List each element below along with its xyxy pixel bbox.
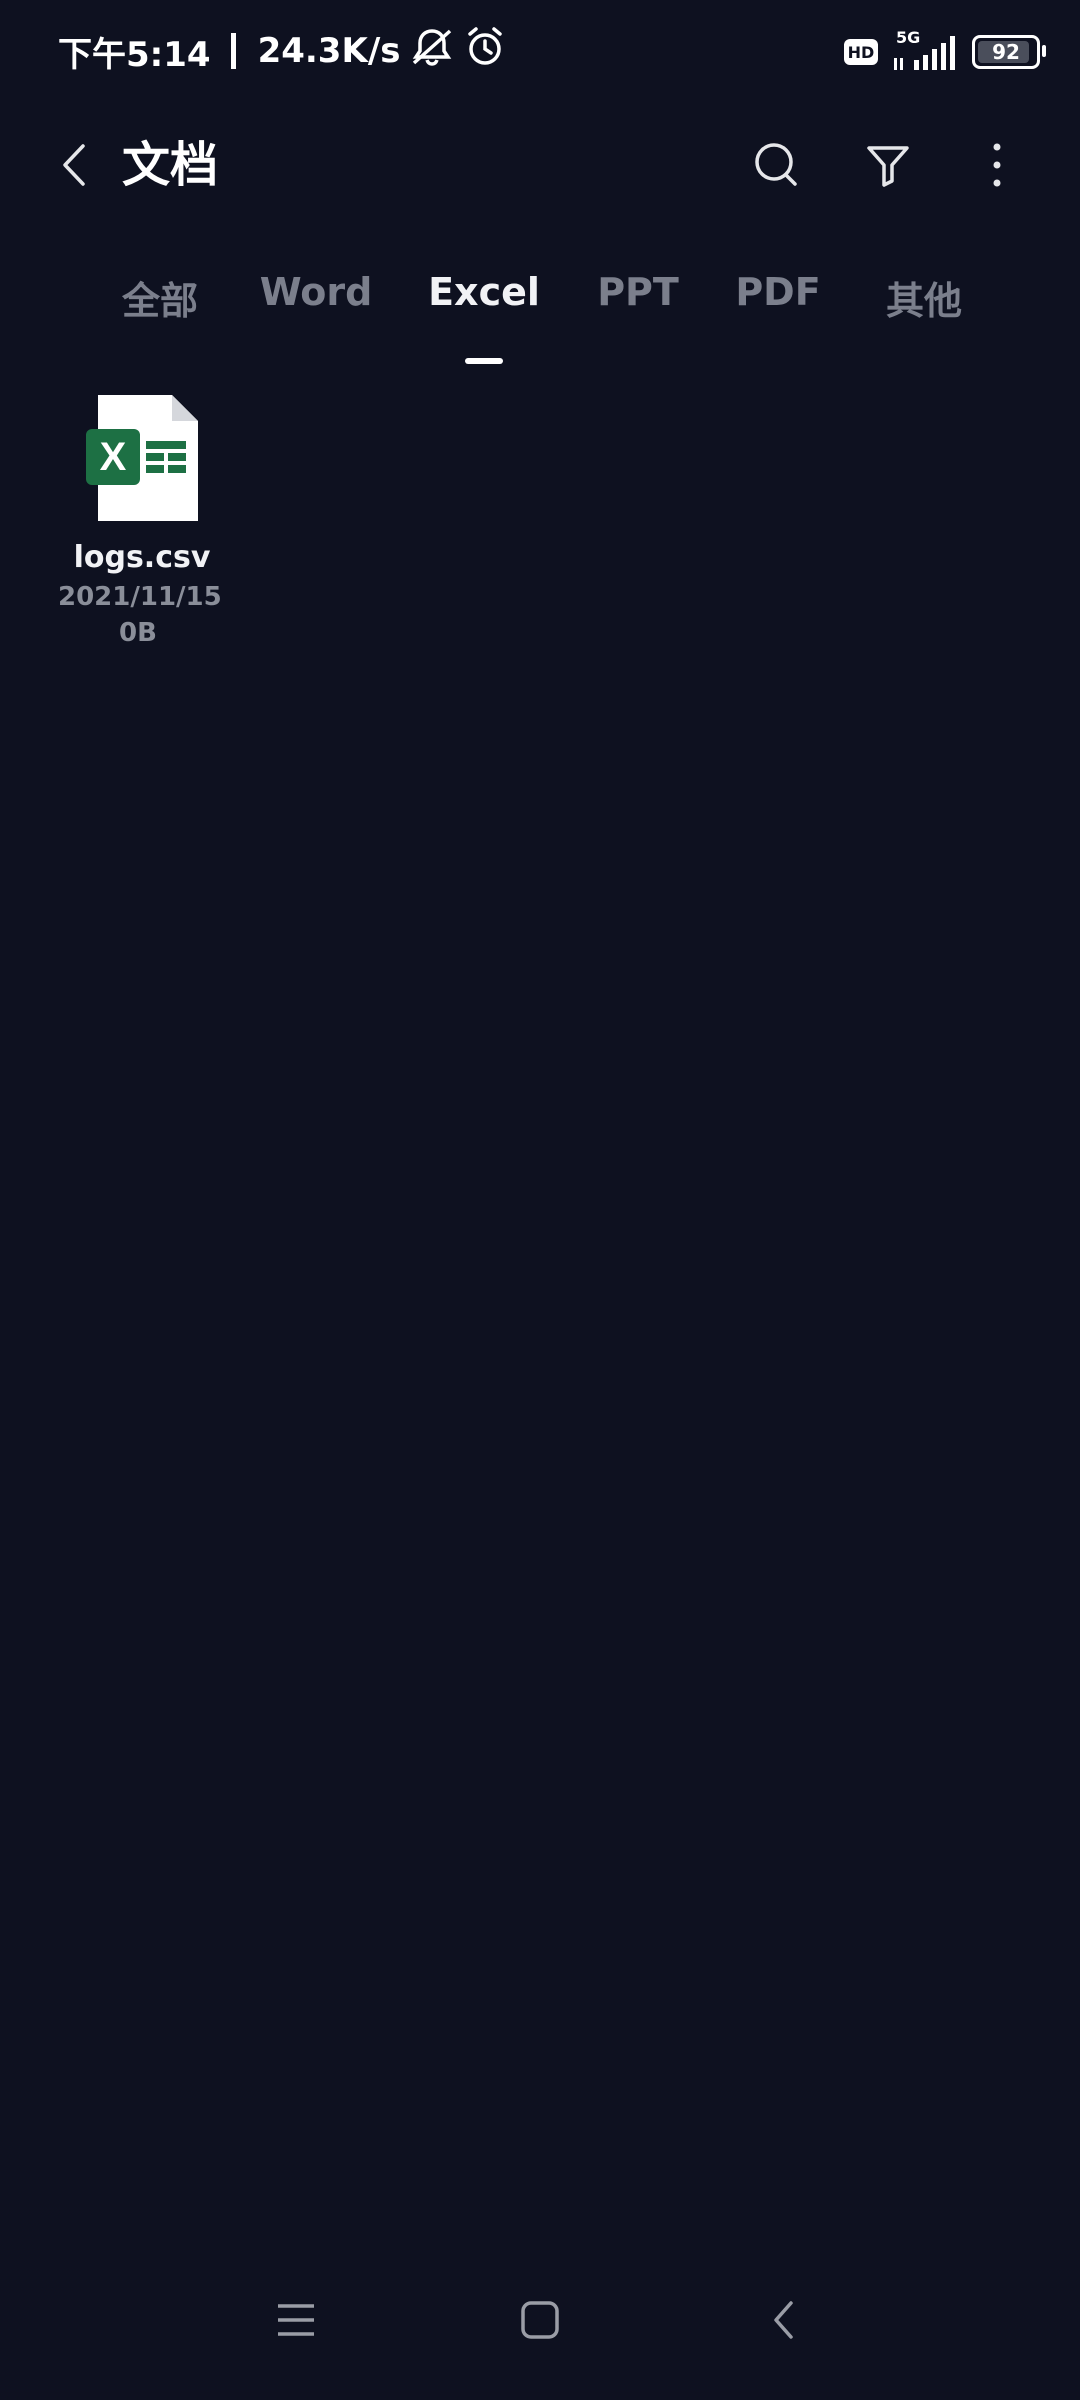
- tab-excel[interactable]: Excel: [420, 270, 548, 360]
- search-button[interactable]: [744, 132, 810, 198]
- alarm-icon: [464, 26, 506, 77]
- network-speed: 24.3K/s: [257, 31, 401, 71]
- more-options-button[interactable]: [964, 132, 1030, 198]
- recent-apps-button[interactable]: [256, 2280, 336, 2360]
- excel-file-icon: X: [84, 393, 200, 523]
- status-separator: [230, 33, 236, 69]
- status-bar: 下午5:14 24.3K/s HD 5G 92: [0, 0, 1080, 100]
- file-date: 2021/11/15: [58, 582, 222, 612]
- tab-ppt[interactable]: PPT: [590, 270, 686, 360]
- clock: 下午5:14: [58, 34, 211, 75]
- mute-bell-icon: [410, 27, 454, 76]
- active-tab-indicator: [465, 358, 503, 364]
- file-size: 0B: [119, 618, 157, 648]
- file-name: logs.csv: [73, 540, 211, 575]
- status-left: 下午5:14 24.3K/s: [58, 26, 506, 76]
- back-button[interactable]: [48, 134, 100, 196]
- more-vertical-icon: [993, 143, 1001, 187]
- status-right: HD 5G 92: [844, 28, 1046, 76]
- back-arrow-icon: [774, 2301, 793, 2339]
- battery-icon: 92: [972, 35, 1046, 69]
- filter-icon: [867, 146, 909, 187]
- tab-word[interactable]: Word: [252, 270, 380, 360]
- svg-text:X: X: [100, 435, 127, 479]
- file-item[interactable]: X logs.csv 2021/11/15 0B: [58, 388, 226, 658]
- system-back-button[interactable]: [744, 2280, 824, 2360]
- tab-pdf[interactable]: PDF: [730, 270, 826, 360]
- menu-icon: [278, 2304, 314, 2336]
- home-button[interactable]: [500, 2280, 580, 2360]
- tab-all[interactable]: 全部: [108, 270, 212, 360]
- filter-button[interactable]: [855, 132, 921, 198]
- signal-icon: 5G: [892, 28, 958, 74]
- chevron-left-icon: [63, 144, 85, 186]
- search-icon: [755, 143, 797, 186]
- file-type-tabs: 全部 Word Excel PPT PDF 其他: [0, 270, 1080, 380]
- battery-level: 92: [992, 40, 1020, 64]
- system-navigation-bar: [0, 2280, 1080, 2400]
- hd-badge: HD: [844, 39, 878, 65]
- home-square-icon: [521, 2301, 559, 2339]
- app-header: 文档: [0, 110, 1080, 220]
- tab-other[interactable]: 其他: [872, 270, 976, 360]
- page-title: 文档: [122, 137, 219, 193]
